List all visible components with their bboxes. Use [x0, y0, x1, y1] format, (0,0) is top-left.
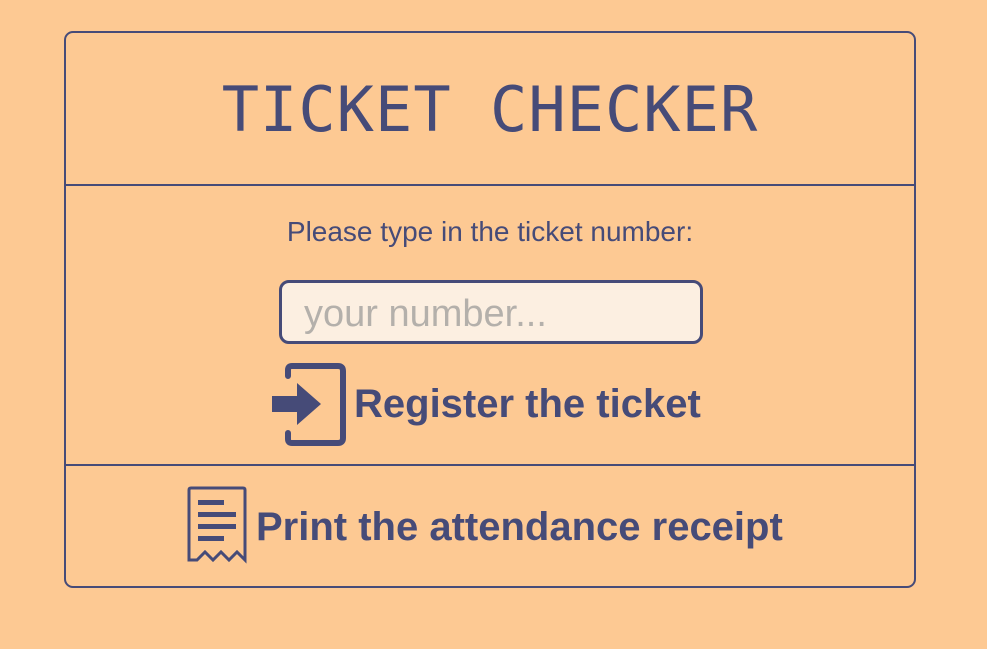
- register-ticket-button[interactable]: Register the ticket: [270, 362, 701, 446]
- ticket-number-prompt: Please type in the ticket number:: [286, 216, 694, 247]
- register-ticket-label: Register the ticket: [354, 381, 701, 426]
- receipt-section: Print the attendance receipt: [66, 466, 914, 586]
- ticket-number-input[interactable]: [279, 280, 703, 344]
- print-receipt-button[interactable]: Print the attendance receipt: [182, 484, 783, 570]
- sign-in-icon: [272, 363, 346, 446]
- print-receipt-label: Print the attendance receipt: [256, 504, 783, 549]
- page-title: TICKET CHECKER: [221, 73, 759, 146]
- receipt-icon: [187, 486, 247, 564]
- ticket-checker-panel: TICKET CHECKER Please type in the ticket…: [64, 31, 916, 588]
- header: TICKET CHECKER: [66, 33, 914, 186]
- ticket-entry-section: Please type in the ticket number: Regist…: [66, 186, 914, 466]
